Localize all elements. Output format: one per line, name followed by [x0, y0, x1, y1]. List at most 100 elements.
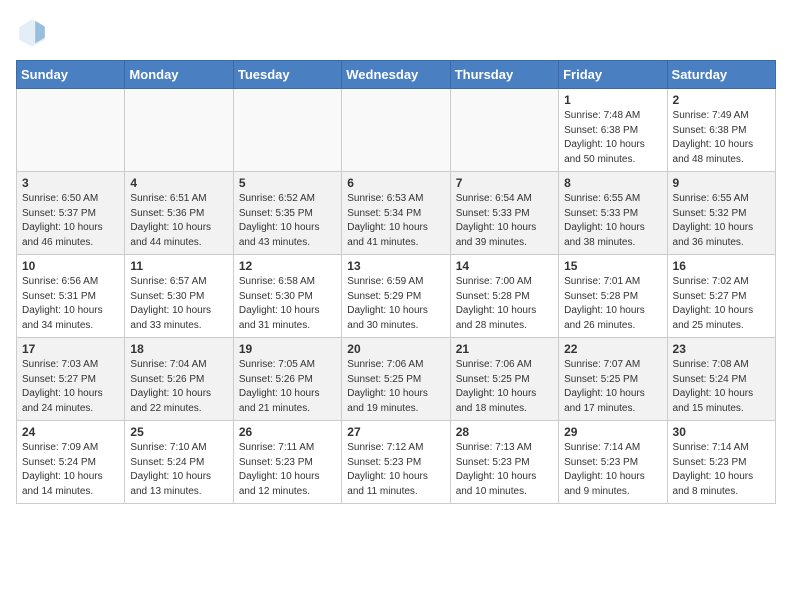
- calendar-cell: 3 Sunrise: 6:50 AM Sunset: 5:37 PM Daylig…: [17, 172, 125, 255]
- day-info: Sunrise: 7:08 AM Sunset: 5:24 PM Dayligh…: [673, 358, 770, 416]
- calendar-cell: 24Sunrise: 7:09 AM Sunset: 5:24 PM Dayli…: [17, 421, 125, 504]
- day-info: Sunrise: 7:07 AM Sunset: 5:25 PM Dayligh…: [564, 358, 661, 416]
- calendar-cell: 1Sunrise: 7:48 AM Sunset: 6:38 PM Daylig…: [559, 89, 667, 172]
- calendar-week-row: 24Sunrise: 7:09 AM Sunset: 5:24 PM Dayli…: [17, 421, 776, 504]
- day-number: 27: [347, 425, 444, 439]
- day-info: Sunrise: 6:53 AM Sunset: 5:34 PM Dayligh…: [347, 192, 444, 250]
- calendar-cell: 26 Sunrise: 7:11 AM Sunset: 5:23 PM Dayli…: [233, 421, 341, 504]
- day-number: 21: [456, 342, 553, 356]
- calendar-table: SundayMondayTuesdayWednesdayThursdayFrid…: [16, 60, 776, 504]
- day-info: Sunrise: 7:11 AM Sunset: 5:23 PM Dayligh…: [239, 441, 336, 499]
- calendar-cell: 6 Sunrise: 6:53 AM Sunset: 5:34 PM Daylig…: [342, 172, 450, 255]
- day-number: 28: [456, 425, 553, 439]
- calendar-cell: 10 Sunrise: 6:56 AM Sunset: 5:31 PM Dayli…: [17, 255, 125, 338]
- day-number: 12: [239, 259, 336, 273]
- calendar-cell: 17 Sunrise: 7:03 AM Sunset: 5:27 PM Dayli…: [17, 338, 125, 421]
- weekday-header: Saturday: [667, 61, 775, 89]
- day-number: 17: [22, 342, 119, 356]
- calendar-cell: [233, 89, 341, 172]
- day-number: 20: [347, 342, 444, 356]
- day-info: Sunrise: 7:04 AM Sunset: 5:26 PM Dayligh…: [130, 358, 227, 416]
- calendar-week-row: 10 Sunrise: 6:56 AM Sunset: 5:31 PM Dayli…: [17, 255, 776, 338]
- day-number: 14: [456, 259, 553, 273]
- weekday-header: Tuesday: [233, 61, 341, 89]
- calendar-week-row: 1Sunrise: 7:48 AM Sunset: 6:38 PM Daylig…: [17, 89, 776, 172]
- day-info: Sunrise: 7:14 AM Sunset: 5:23 PM Dayligh…: [564, 441, 661, 499]
- day-info: Sunrise: 7:05 AM Sunset: 5:26 PM Dayligh…: [239, 358, 336, 416]
- day-info: Sunrise: 7:49 AM Sunset: 6:38 PM Dayligh…: [673, 109, 770, 167]
- calendar-cell: [125, 89, 233, 172]
- day-info: Sunrise: 6:59 AM Sunset: 5:29 PM Dayligh…: [347, 275, 444, 333]
- day-info: Sunrise: 7:01 AM Sunset: 5:28 PM Dayligh…: [564, 275, 661, 333]
- logo-icon: [16, 16, 48, 48]
- day-number: 8: [564, 176, 661, 190]
- day-info: Sunrise: 6:58 AM Sunset: 5:30 PM Dayligh…: [239, 275, 336, 333]
- calendar-cell: 2 Sunrise: 7:49 AM Sunset: 6:38 PM Daylig…: [667, 89, 775, 172]
- day-number: 26: [239, 425, 336, 439]
- day-number: 5: [239, 176, 336, 190]
- calendar-cell: [342, 89, 450, 172]
- day-number: 18: [130, 342, 227, 356]
- calendar-cell: 19 Sunrise: 7:05 AM Sunset: 5:26 PM Dayli…: [233, 338, 341, 421]
- calendar-week-row: 3 Sunrise: 6:50 AM Sunset: 5:37 PM Daylig…: [17, 172, 776, 255]
- calendar-cell: 25 Sunrise: 7:10 AM Sunset: 5:24 PM Dayli…: [125, 421, 233, 504]
- calendar-cell: 23 Sunrise: 7:08 AM Sunset: 5:24 PM Dayli…: [667, 338, 775, 421]
- day-number: 10: [22, 259, 119, 273]
- day-info: Sunrise: 7:06 AM Sunset: 5:25 PM Dayligh…: [456, 358, 553, 416]
- calendar-cell: 29 Sunrise: 7:14 AM Sunset: 5:23 PM Dayli…: [559, 421, 667, 504]
- day-number: 6: [347, 176, 444, 190]
- day-info: Sunrise: 6:50 AM Sunset: 5:37 PM Dayligh…: [22, 192, 119, 250]
- calendar-cell: 14 Sunrise: 7:00 AM Sunset: 5:28 PM Dayli…: [450, 255, 558, 338]
- calendar-cell: 8 Sunrise: 6:55 AM Sunset: 5:33 PM Daylig…: [559, 172, 667, 255]
- day-info: Sunrise: 7:06 AM Sunset: 5:25 PM Dayligh…: [347, 358, 444, 416]
- day-info: Sunrise: 7:14 AM Sunset: 5:23 PM Dayligh…: [673, 441, 770, 499]
- calendar-header-row: SundayMondayTuesdayWednesdayThursdayFrid…: [17, 61, 776, 89]
- day-number: 3: [22, 176, 119, 190]
- calendar-cell: 30Sunrise: 7:14 AM Sunset: 5:23 PM Dayli…: [667, 421, 775, 504]
- calendar-cell: 28 Sunrise: 7:13 AM Sunset: 5:23 PM Dayli…: [450, 421, 558, 504]
- calendar-cell: 21 Sunrise: 7:06 AM Sunset: 5:25 PM Dayli…: [450, 338, 558, 421]
- day-number: 15: [564, 259, 661, 273]
- day-number: 23: [673, 342, 770, 356]
- calendar-cell: 18 Sunrise: 7:04 AM Sunset: 5:26 PM Dayli…: [125, 338, 233, 421]
- calendar-cell: 4Sunrise: 6:51 AM Sunset: 5:36 PM Daylig…: [125, 172, 233, 255]
- day-number: 4: [130, 176, 227, 190]
- day-info: Sunrise: 7:09 AM Sunset: 5:24 PM Dayligh…: [22, 441, 119, 499]
- calendar-week-row: 17 Sunrise: 7:03 AM Sunset: 5:27 PM Dayli…: [17, 338, 776, 421]
- day-number: 19: [239, 342, 336, 356]
- calendar-cell: [450, 89, 558, 172]
- day-info: Sunrise: 7:12 AM Sunset: 5:23 PM Dayligh…: [347, 441, 444, 499]
- calendar-cell: 5Sunrise: 6:52 AM Sunset: 5:35 PM Daylig…: [233, 172, 341, 255]
- page-header: [16, 16, 776, 48]
- calendar-cell: 13 Sunrise: 6:59 AM Sunset: 5:29 PM Dayli…: [342, 255, 450, 338]
- weekday-header: Thursday: [450, 61, 558, 89]
- calendar-cell: 22Sunrise: 7:07 AM Sunset: 5:25 PM Dayli…: [559, 338, 667, 421]
- weekday-header: Monday: [125, 61, 233, 89]
- calendar-cell: 9 Sunrise: 6:55 AM Sunset: 5:32 PM Daylig…: [667, 172, 775, 255]
- calendar-cell: 12 Sunrise: 6:58 AM Sunset: 5:30 PM Dayli…: [233, 255, 341, 338]
- day-info: Sunrise: 7:13 AM Sunset: 5:23 PM Dayligh…: [456, 441, 553, 499]
- day-info: Sunrise: 7:00 AM Sunset: 5:28 PM Dayligh…: [456, 275, 553, 333]
- day-number: 13: [347, 259, 444, 273]
- day-info: Sunrise: 7:03 AM Sunset: 5:27 PM Dayligh…: [22, 358, 119, 416]
- day-info: Sunrise: 6:55 AM Sunset: 5:33 PM Dayligh…: [564, 192, 661, 250]
- day-number: 1: [564, 93, 661, 107]
- day-number: 16: [673, 259, 770, 273]
- calendar-cell: 15 Sunrise: 7:01 AM Sunset: 5:28 PM Dayli…: [559, 255, 667, 338]
- weekday-header: Sunday: [17, 61, 125, 89]
- day-info: Sunrise: 6:55 AM Sunset: 5:32 PM Dayligh…: [673, 192, 770, 250]
- day-number: 25: [130, 425, 227, 439]
- day-info: Sunrise: 6:54 AM Sunset: 5:33 PM Dayligh…: [456, 192, 553, 250]
- day-number: 29: [564, 425, 661, 439]
- day-number: 2: [673, 93, 770, 107]
- calendar-cell: [17, 89, 125, 172]
- day-number: 7: [456, 176, 553, 190]
- calendar-cell: 20 Sunrise: 7:06 AM Sunset: 5:25 PM Dayli…: [342, 338, 450, 421]
- calendar-cell: 16Sunrise: 7:02 AM Sunset: 5:27 PM Dayli…: [667, 255, 775, 338]
- day-number: 11: [130, 259, 227, 273]
- day-number: 9: [673, 176, 770, 190]
- calendar-cell: 7 Sunrise: 6:54 AM Sunset: 5:33 PM Daylig…: [450, 172, 558, 255]
- day-info: Sunrise: 7:10 AM Sunset: 5:24 PM Dayligh…: [130, 441, 227, 499]
- calendar-cell: 11Sunrise: 6:57 AM Sunset: 5:30 PM Dayli…: [125, 255, 233, 338]
- day-info: Sunrise: 6:56 AM Sunset: 5:31 PM Dayligh…: [22, 275, 119, 333]
